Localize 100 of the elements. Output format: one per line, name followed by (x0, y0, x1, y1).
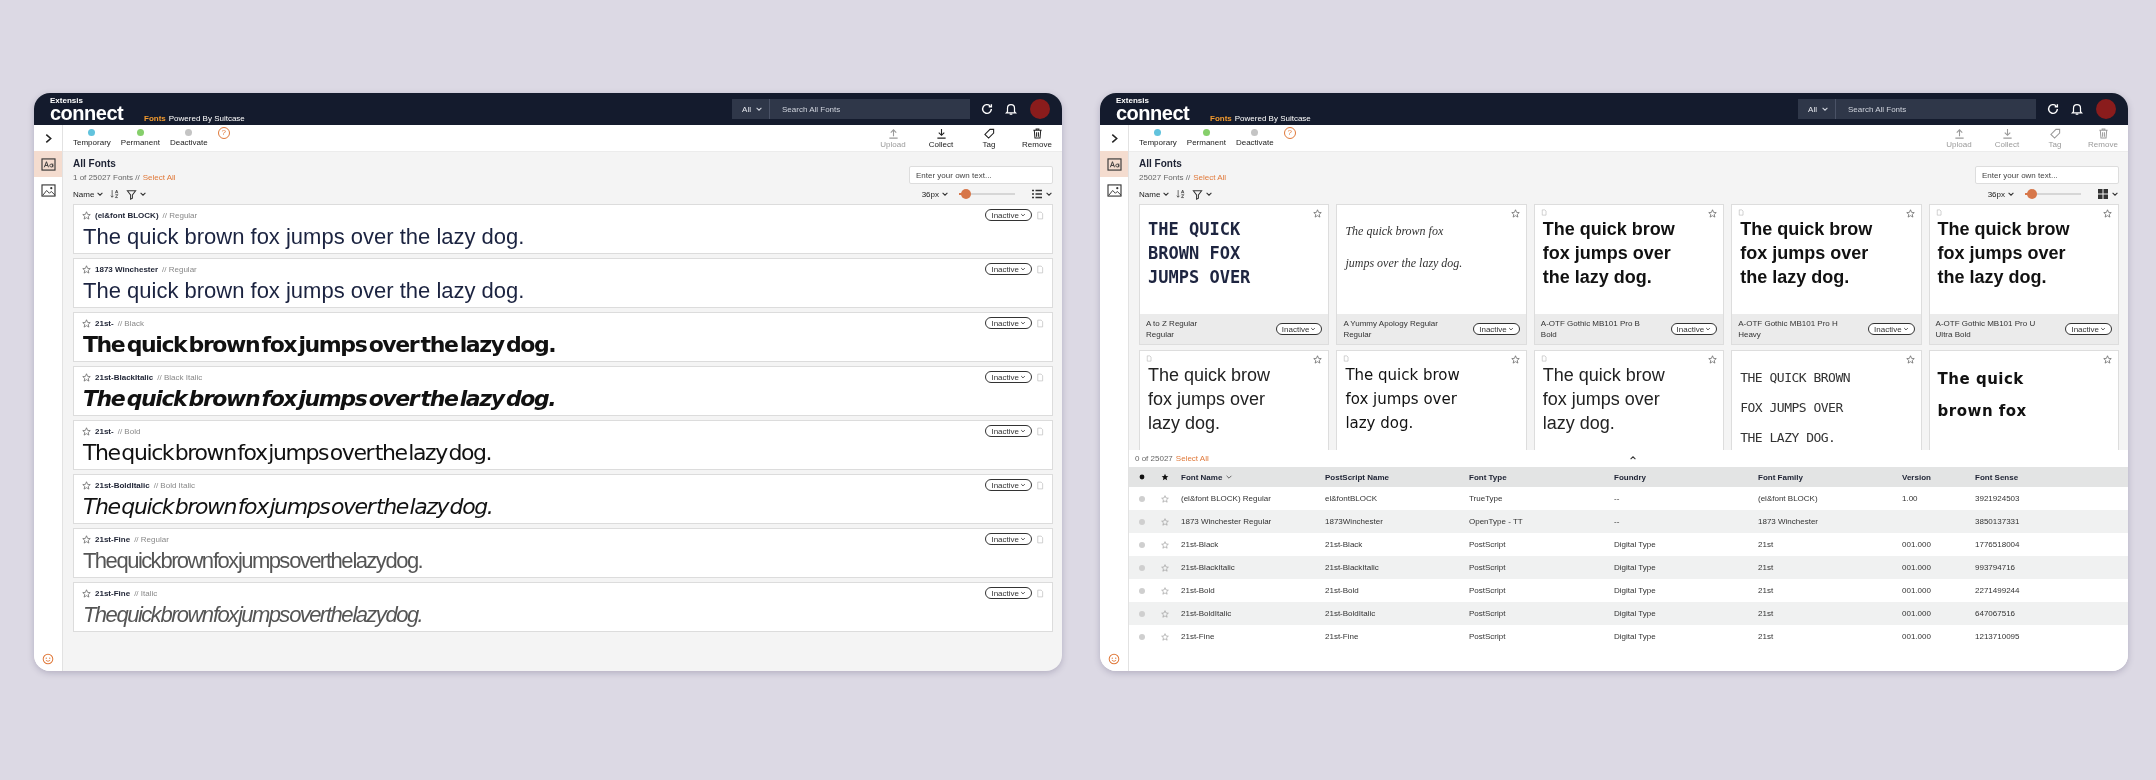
font-row[interactable]: 21st- // Bold Inactive The quick brown fox jumps over the lazy dog. (73, 420, 1053, 470)
column-header[interactable]: Foundry (1614, 472, 1758, 482)
star-icon[interactable] (82, 534, 91, 544)
font-card[interactable]: The quick brow fox jumps over the lazy dog. A-OTF Gothic MB101 Pro B Bold Inactive (1533, 204, 1725, 345)
star-icon[interactable] (82, 588, 91, 598)
star-icon[interactable] (82, 210, 91, 220)
font-card[interactable]: THE QUICK BROWN FOX JUMPS OVER A to Z Regular Regular Inactive (1139, 204, 1330, 345)
star-icon[interactable] (82, 372, 91, 382)
search-field[interactable]: Search All Fonts (1836, 99, 2036, 119)
status-dropdown[interactable]: Inactive (1473, 323, 1520, 335)
font-card[interactable]: The quick brow fox jumps over the lazy dog. A-OTF Gothic MB101 Pro H Heavy Inactive (1731, 204, 1922, 345)
status-dropdown[interactable]: Inactive (985, 479, 1032, 491)
font-card[interactable]: The quick brown fox jumps over the lazy dog. A Yummy Apology Regular Regular Inactive (1336, 204, 1527, 345)
sort-order-icon[interactable] (1176, 189, 1187, 199)
notification-bell-icon[interactable] (1004, 102, 1018, 116)
status-dropdown[interactable]: Inactive (985, 371, 1032, 383)
star-icon[interactable] (2103, 355, 2112, 364)
activation-button[interactable]: Temporary (1139, 129, 1177, 147)
font-card[interactable]: The quick brown fox (1928, 350, 2119, 450)
sort-dropdown[interactable]: Name (73, 189, 105, 199)
fonts-tab[interactable] (1100, 151, 1128, 177)
table-row[interactable]: 21st-BlackItalic 21st-BlackItalic PostScript Digital Type 21st 001.000 993794716 (1129, 556, 2128, 579)
star-icon[interactable] (1905, 209, 1915, 218)
column-header[interactable]: Font Sense (1975, 472, 2128, 482)
slider-thumb[interactable] (960, 189, 971, 199)
status-dropdown[interactable]: Inactive (985, 209, 1032, 221)
table-row[interactable]: 21st-Fine 21st-Fine PostScript Digital Type 21st 001.000 1213710095 (1129, 625, 2128, 648)
activation-button[interactable]: Permanent (120, 129, 160, 147)
grid-view-dropdown[interactable] (2097, 188, 2119, 200)
star-icon[interactable] (1161, 586, 1169, 595)
star-icon[interactable] (82, 480, 91, 490)
status-dropdown[interactable]: Inactive (985, 263, 1032, 275)
status-dropdown[interactable]: Inactive (1868, 323, 1915, 335)
font-card[interactable]: The quick brow fox jumps over lazy dog. (1139, 350, 1330, 450)
star-icon[interactable] (1313, 209, 1323, 218)
star-icon[interactable] (1510, 209, 1520, 218)
custom-text-field[interactable]: Enter your own text... (1975, 166, 2119, 184)
activation-button[interactable]: Permanent (1186, 129, 1226, 147)
sort-order-icon[interactable] (110, 189, 121, 199)
table-row[interactable]: 1873 Winchester Regular 1873Winchester OpenType - TT -- 1873 Winchester 3850137331 (1129, 510, 2128, 533)
font-card[interactable]: THE QUICK BROWN FOX JUMPS OVER THE LAZY DOG. (1731, 350, 1922, 450)
size-dropdown[interactable]: 36px (1987, 189, 2015, 199)
status-dropdown[interactable]: Inactive (985, 425, 1032, 437)
table-row[interactable]: 21st-Bold 21st-Bold PostScript Digital Type 21st 001.000 2271499244 (1129, 579, 2128, 602)
star-icon[interactable] (1161, 563, 1169, 572)
font-row[interactable]: (el&font BLOCK) // Regular Inactive The quick brown fox jumps over the lazy dog. (73, 204, 1053, 254)
custom-text-field[interactable]: Enter your own text... (909, 166, 1053, 184)
column-header[interactable]: Version (1902, 472, 1975, 482)
star-icon[interactable] (1708, 355, 1718, 364)
table-row[interactable]: 21st-Black 21st-Black PostScript Digital Type 21st 001.000 1776518004 (1129, 533, 2128, 556)
scope-dropdown[interactable]: All (732, 99, 770, 119)
activation-button[interactable]: Deactivate (169, 129, 208, 147)
status-dropdown[interactable]: Inactive (1670, 323, 1718, 335)
filter-dropdown[interactable] (1192, 188, 1214, 200)
column-header[interactable]: Font Name (1181, 472, 1325, 482)
refresh-icon[interactable] (980, 102, 994, 116)
star-icon[interactable] (1161, 632, 1169, 641)
column-header[interactable]: PostScript Name (1325, 472, 1469, 482)
activation-button[interactable]: Deactivate (1235, 129, 1274, 147)
status-dropdown[interactable]: Inactive (1275, 323, 1323, 335)
star-icon[interactable] (82, 264, 91, 274)
remove-button[interactable]: Remove (1018, 127, 1056, 149)
font-row[interactable]: 21st-BlackItalic // Black Italic Inactive The quick brown fox jumps over the lazy dog. (73, 366, 1053, 416)
table-row[interactable]: 21st-BoldItalic 21st-BoldItalic PostScript Digital Type 21st 001.000 647067516 (1129, 602, 2128, 625)
font-row[interactable]: 21st-BoldItalic // Bold Italic Inactive The quick brown fox jumps over the lazy dog. (73, 474, 1053, 524)
font-row[interactable]: 21st-Fine // Italic Inactive The quick brown fox jumps over the lazy dog. (73, 582, 1053, 632)
font-row[interactable]: 21st-Fine // Regular Inactive The quick brown fox jumps over the lazy dog. (73, 528, 1053, 578)
tag-button[interactable]: Tag (970, 127, 1008, 149)
status-dropdown[interactable]: Inactive (985, 587, 1032, 599)
feedback-smiley-icon[interactable] (1108, 653, 1120, 665)
star-icon[interactable] (1510, 355, 1520, 364)
star-icon[interactable] (1708, 209, 1718, 218)
feedback-smiley-icon[interactable] (42, 653, 54, 665)
column-header[interactable]: Font Type (1469, 472, 1614, 482)
font-card[interactable]: The quick brow fox jumps over lazy dog. (1336, 350, 1527, 450)
star-icon[interactable] (1161, 540, 1169, 549)
slider-thumb[interactable] (2026, 189, 2037, 199)
sort-dropdown[interactable]: Name (1139, 189, 1171, 199)
collect-button[interactable]: Collect (922, 127, 960, 149)
status-dropdown[interactable]: Inactive (985, 533, 1032, 545)
font-row[interactable]: 1873 Winchester // Regular Inactive The quick brown fox jumps over the lazy dog. (73, 258, 1053, 308)
fonts-tab[interactable] (34, 151, 62, 177)
table-row[interactable]: (el&font BLOCK) Regular el&fontBLOCK TrueType -- (el&font BLOCK) 1.00 3921924503 (1129, 487, 2128, 510)
star-icon[interactable] (82, 318, 91, 328)
collapse-caret-icon[interactable] (1628, 454, 1637, 462)
notification-bell-icon[interactable] (2070, 102, 2084, 116)
font-card[interactable]: The quick brow fox jumps over lazy dog. (1533, 350, 1725, 450)
status-dropdown[interactable]: Inactive (2065, 323, 2112, 335)
star-icon[interactable] (1161, 517, 1169, 526)
star-icon[interactable] (1313, 355, 1323, 364)
star-icon[interactable] (1161, 494, 1169, 503)
size-dropdown[interactable]: 36px (921, 189, 949, 199)
filter-dropdown[interactable] (126, 188, 148, 200)
star-icon[interactable] (1905, 355, 1915, 364)
refresh-icon[interactable] (2046, 102, 2060, 116)
font-row[interactable]: 21st- // Black Inactive The quick brown fox jumps over the lazy dog. (73, 312, 1053, 362)
column-header[interactable]: Font Family (1758, 472, 1902, 482)
star-icon[interactable] (82, 426, 91, 436)
scope-dropdown[interactable]: All (1798, 99, 1836, 119)
list-view-dropdown[interactable] (1031, 188, 1053, 200)
